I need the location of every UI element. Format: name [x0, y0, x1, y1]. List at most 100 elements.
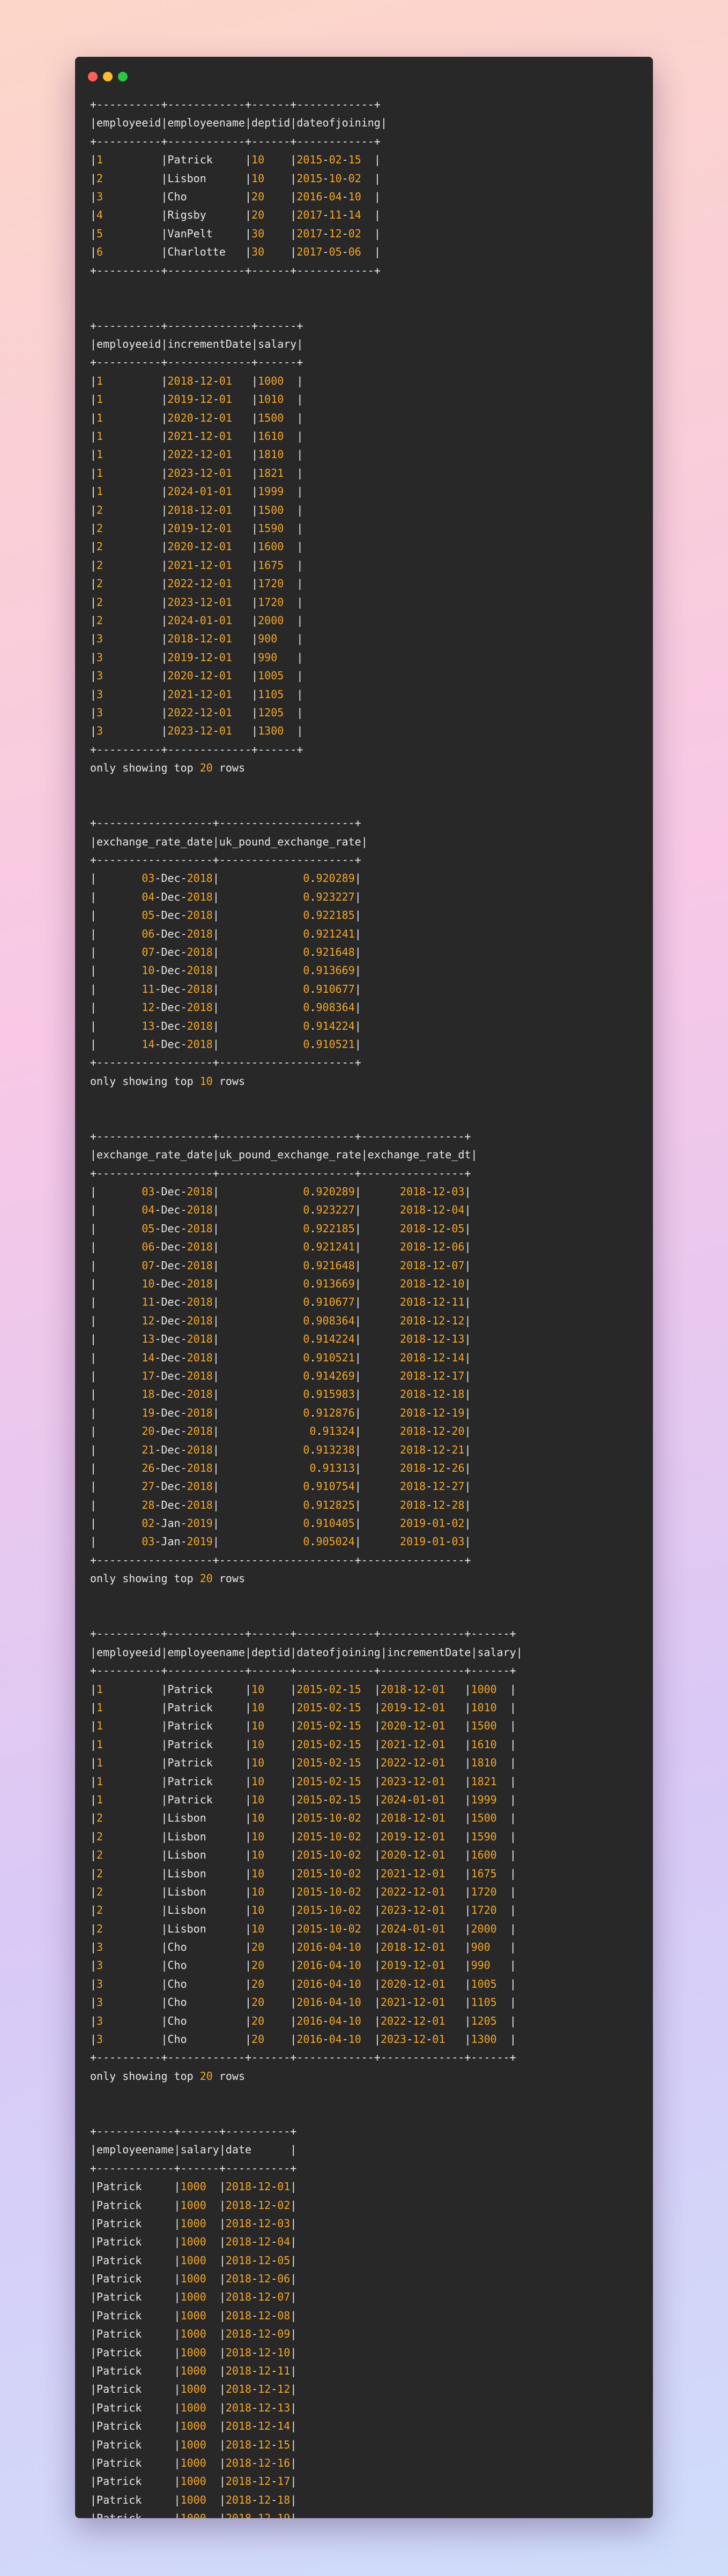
output-line: |Patrick |1000 |2018-12-04| [90, 2235, 297, 2249]
output-line: |2 |2023-12-01 |1720 | [90, 595, 303, 609]
output-line: |employeeid|employeename|deptid|dateofjo… [90, 1645, 523, 1659]
output-line: |3 |Cho |20 |2016-04-10 |2023-12-01 |130… [90, 2033, 516, 2046]
terminal-window: +----------+------------+------+--------… [75, 57, 653, 2518]
output-line: |1 |2020-12-01 |1500 | [90, 411, 303, 424]
output-line: |Patrick |1000 |2018-12-08| [90, 2309, 297, 2322]
output-line: | 06-Dec-2018| 0.921241| 2018-12-06| [90, 1240, 471, 1254]
minimize-window-icon[interactable] [103, 72, 113, 81]
output-line: |Patrick |1000 |2018-12-16| [90, 2457, 297, 2469]
output-line: +----------+------------+------+--------… [90, 98, 381, 111]
row-limit-notice: only showing top 20 rows [90, 2069, 246, 2083]
row-limit-notice: only showing top 10 rows [90, 1074, 246, 1088]
output-line: |Patrick |1000 |2018-12-03| [90, 2216, 297, 2230]
output-line: |2 |2019-12-01 |1590 | [90, 521, 303, 535]
output-line: +------------------+--------------------… [90, 1129, 471, 1143]
output-line: | 14-Dec-2018| 0.910521| 2018-12-14| [90, 1351, 471, 1364]
output-line: +------------+------+----------+ [90, 2124, 297, 2138]
output-line: |Patrick |1000 |2018-12-11| [90, 2364, 297, 2378]
output-line: |3 |2023-12-01 |1300 | [90, 724, 303, 738]
output-line: | 06-Dec-2018| 0.921241| [90, 927, 361, 940]
maximize-window-icon[interactable] [118, 72, 128, 81]
output-line: +----------+------------+------+--------… [90, 1627, 516, 1641]
output-line: |3 |Cho |20 |2016-04-10 |2019-12-01 |990… [90, 1959, 516, 1972]
output-line: |2 |2021-12-01 |1675 | [90, 558, 303, 572]
output-line: | 12-Dec-2018| 0.908364| 2018-12-12| [90, 1314, 471, 1327]
output-line: |Patrick |1000 |2018-12-05| [90, 2253, 297, 2267]
output-line: | 04-Dec-2018| 0.923227| 2018-12-04| [90, 1203, 471, 1217]
output-line: | 03-Dec-2018| 0.920289| 2018-12-03| [90, 1185, 471, 1199]
output-line: |3 |2022-12-01 |1205 | [90, 706, 303, 719]
output-line: | 05-Dec-2018| 0.922185| [90, 909, 361, 922]
console-output: +----------+------------+------+--------… [90, 95, 642, 2518]
output-line: |1 |Patrick |10 |2015-02-15 |2020-12-01 … [90, 1719, 516, 1733]
output-line: +------------+------+----------+ [90, 2161, 297, 2175]
output-line: | 05-Dec-2018| 0.922185| 2018-12-05| [90, 1222, 471, 1235]
output-line: | 28-Dec-2018| 0.912825| 2018-12-28| [90, 1498, 471, 1511]
output-line: | 02-Jan-2019| 0.910405| 2019-01-02| [90, 1517, 471, 1530]
output-line: |5 |VanPelt |30 |2017-12-02 | [90, 227, 381, 240]
output-line: |1 |Patrick |10 |2015-02-15 |2023-12-01 … [90, 1774, 516, 1788]
output-line: | 07-Dec-2018| 0.921648| 2018-12-07| [90, 1259, 471, 1272]
output-line: |1 |Patrick |10 |2015-02-15 | [90, 153, 381, 167]
output-line: |2 |Lisbon |10 |2015-10-02 |2023-12-01 |… [90, 1904, 516, 1917]
output-line: | 18-Dec-2018| 0.915983| 2018-12-18| [90, 1388, 471, 1401]
output-line: |employeeid|employeename|deptid|dateofjo… [90, 116, 387, 130]
output-line: |Patrick |1000 |2018-12-19| [90, 2509, 642, 2518]
output-line: |3 |2020-12-01 |1005 | [90, 669, 303, 683]
output-line: |3 |Cho |20 |2016-04-10 |2021-12-01 |110… [90, 1996, 516, 2009]
output-line: |Patrick |1000 |2018-12-02| [90, 2198, 297, 2212]
output-line: +----------+-------------+------+ [90, 743, 303, 756]
output-line: |Patrick |1000 |2018-12-14| [90, 2420, 297, 2433]
output-line: |exchange_rate_date|uk_pound_exchange_ra… [90, 835, 368, 848]
row-limit-notice: only showing top 20 rows [90, 761, 246, 775]
output-line: |4 |Rigsby |20 |2017-11-14 | [90, 208, 381, 222]
output-line: |3 |2018-12-01 |900 | [90, 632, 303, 646]
output-line: | 17-Dec-2018| 0.914269| 2018-12-17| [90, 1369, 471, 1382]
output-line: |employeeid|incrementDate|salary| [90, 338, 303, 351]
output-line: |Patrick |1000 |2018-12-17| [90, 2475, 297, 2488]
window-titlebar [75, 57, 653, 95]
output-line: |1 |2022-12-01 |1810 | [90, 448, 303, 461]
output-line: | 14-Dec-2018| 0.910521| [90, 1037, 361, 1051]
output-line: | 19-Dec-2018| 0.912876| 2018-12-19| [90, 1406, 471, 1419]
output-line: |employeename|salary|date | [90, 2143, 297, 2156]
output-line: |2 |Lisbon |10 |2015-10-02 |2020-12-01 |… [90, 1848, 516, 1862]
output-line: | 20-Dec-2018| 0.91324| 2018-12-20| [90, 1425, 471, 1438]
output-line: +----------+------------+------+--------… [90, 1664, 516, 1678]
output-line: | 21-Dec-2018| 0.913238| 2018-12-21| [90, 1443, 471, 1456]
output-line: |3 |Cho |20 |2016-04-10 | [90, 190, 381, 203]
output-line: +----------+------------+------+--------… [90, 264, 381, 277]
output-line: | 12-Dec-2018| 0.908364| [90, 1001, 361, 1014]
output-line: | 11-Dec-2018| 0.910677| 2018-12-11| [90, 1296, 471, 1309]
output-line: | 26-Dec-2018| 0.91313| 2018-12-26| [90, 1461, 471, 1474]
output-line: | 13-Dec-2018| 0.914224| 2018-12-13| [90, 1332, 471, 1346]
output-line: |1 |2023-12-01 |1821 | [90, 466, 303, 480]
output-line: +------------------+--------------------… [90, 1056, 361, 1069]
output-line: +----------+-------------+------+ [90, 319, 303, 332]
output-line: +------------------+--------------------… [90, 1553, 471, 1567]
output-line: |Patrick |1000 |2018-12-09| [90, 2327, 297, 2341]
output-line: |3 |Cho |20 |2016-04-10 |2022-12-01 |120… [90, 2014, 516, 2027]
output-line: | 27-Dec-2018| 0.910754| 2018-12-27| [90, 1480, 471, 1493]
close-window-icon[interactable] [88, 72, 98, 81]
row-limit-notice: only showing top 20 rows [90, 1572, 246, 1585]
output-line: |1 |2021-12-01 |1610 | [90, 430, 303, 443]
output-line: | 11-Dec-2018| 0.910677| [90, 982, 361, 995]
output-line: | 07-Dec-2018| 0.921648| [90, 945, 361, 958]
output-line: |1 |Patrick |10 |2015-02-15 |2024-01-01 … [90, 1793, 516, 1806]
output-line: |2 |2022-12-01 |1720 | [90, 577, 303, 590]
output-line: |3 |Cho |20 |2016-04-10 |2020-12-01 |100… [90, 1977, 516, 1990]
output-line: |Patrick |1000 |2018-12-13| [90, 2401, 297, 2414]
output-line: |2 |Lisbon |10 |2015-10-02 | [90, 171, 381, 185]
output-line: |Patrick |1000 |2018-12-12| [90, 2383, 297, 2396]
output-line: |3 |2019-12-01 |990 | [90, 650, 303, 664]
